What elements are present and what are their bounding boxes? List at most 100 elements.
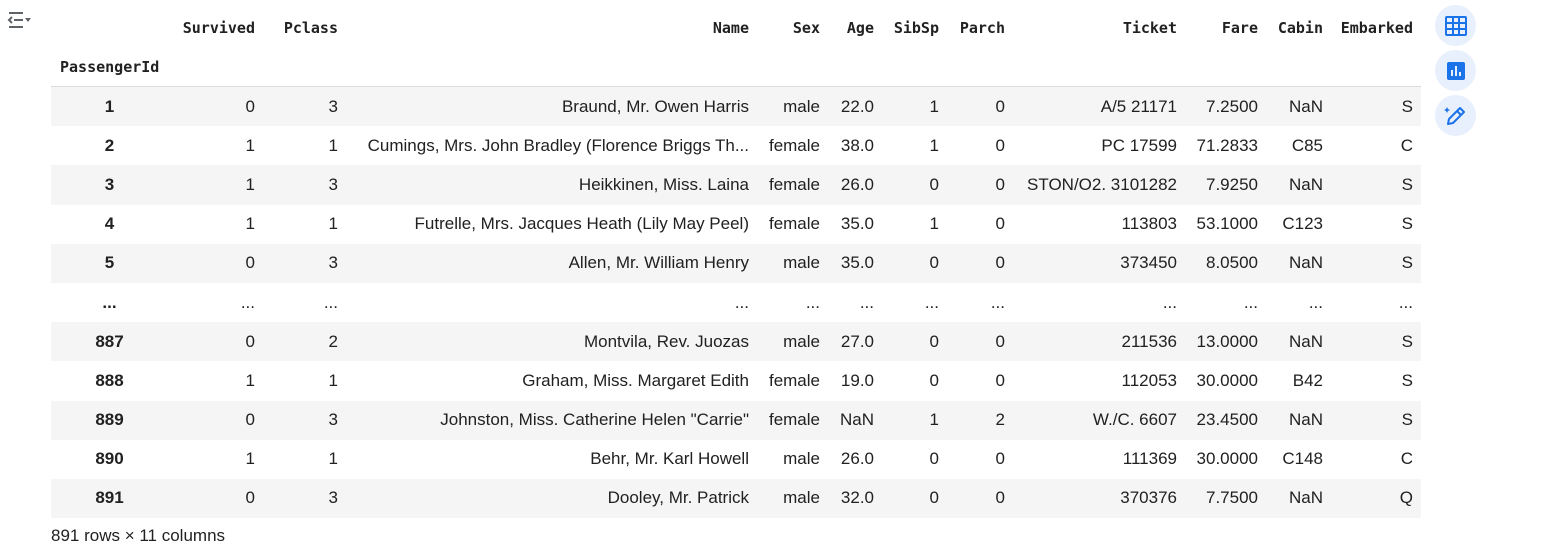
row-index: 887	[95, 331, 124, 351]
table-cell: 19.0	[840, 370, 874, 390]
column-header: Name	[712, 18, 749, 37]
table-cell: female	[768, 135, 820, 155]
table-cell: S	[1401, 214, 1413, 234]
table-cell: 1	[929, 96, 939, 116]
row-index: ...	[102, 292, 117, 312]
dataframe-shape: 891 rows × 11 columns	[51, 526, 226, 545]
table-cell: NaN	[1288, 410, 1323, 430]
table-cell: 35.0	[840, 214, 874, 234]
table-row: 1 0 3 Braund, Mr. Owen Harris male 22.0 1 0 A/5 …	[51, 86, 1421, 127]
table-cell: C148	[1282, 449, 1323, 469]
table-cell: 7.2500	[1206, 96, 1258, 116]
table-row: 887 0 2 Montvila, Rev. Juozas male 27.0 0 0 2115…	[51, 322, 1421, 362]
table-row: 4 1 1 Futrelle, Mrs. Jacques Heath (Lily Ma…	[51, 204, 1421, 244]
output-actions	[1435, 5, 1476, 140]
dataframe-table: Survived Pclass Name Sex Age SibSp Parch Ticket…	[51, 8, 1421, 519]
table-body: 1 0 3 Braund, Mr. Owen Harris male 22.0 1 0 A/5 …	[51, 86, 1421, 519]
table-cell: 111369	[1122, 449, 1177, 469]
table-cell: 3	[328, 410, 338, 430]
column-header: Survived	[182, 18, 255, 37]
table-cell: 0	[245, 331, 255, 351]
table-cell: S	[1401, 410, 1413, 430]
column-header: Parch	[959, 18, 1005, 37]
table-cell: W./C. 6607	[1092, 410, 1177, 430]
table-cell: male	[783, 96, 820, 116]
table-cell: 0	[929, 449, 939, 469]
table-row: 3 1 3 Heikkinen, Miss. Laina female 26.0 0 0 STO…	[51, 165, 1421, 205]
table-cell: 8.0500	[1206, 253, 1258, 273]
table-cell: 0	[245, 488, 255, 508]
table-cell: 0	[995, 214, 1005, 234]
table-cell: 7.9250	[1206, 174, 1258, 194]
table-cell: ...	[734, 292, 749, 312]
column-header: Sex	[792, 18, 820, 37]
table-cell: 7.7500	[1206, 488, 1258, 508]
magic-pencil-icon	[1443, 106, 1465, 125]
table-cell: 0	[929, 488, 939, 508]
table-cell: 0	[929, 253, 939, 273]
table-cell: 1	[929, 410, 939, 430]
table-cell: NaN	[1288, 331, 1323, 351]
table-cell: 3	[328, 488, 338, 508]
bar-chart-icon	[1446, 61, 1465, 80]
row-index: 4	[104, 214, 115, 234]
table-cell: 1	[929, 135, 939, 155]
table-cell: 13.0000	[1196, 331, 1258, 351]
table-cell: 0	[995, 449, 1005, 469]
table-cell: 3	[328, 96, 338, 116]
column-header: Ticket	[1122, 18, 1177, 37]
table-cell: S	[1401, 331, 1413, 351]
table-cell: male	[783, 253, 820, 273]
table-row: 890 1 1 Behr, Mr. Karl Howell male 26.0 0 0 1113…	[51, 439, 1421, 479]
generate-code-button[interactable]	[1435, 95, 1476, 136]
table-cell: 32.0	[840, 488, 874, 508]
index-name: PassengerId	[51, 47, 176, 87]
convert-to-interactive-table-button[interactable]	[1435, 5, 1476, 46]
table-row: 891 0 3 Dooley, Mr. Patrick male 32.0 0 0 370376…	[51, 478, 1421, 519]
table-row: 2 1 1 Cumings, Mrs. John Bradley (Florence …	[51, 126, 1421, 166]
table-row: 888 1 1 Graham, Miss. Margaret Edith female 1…	[51, 361, 1421, 401]
column-header: Fare	[1221, 18, 1258, 37]
dataframe-output: Survived Pclass Name Sex Age SibSp Parch Ticket…	[51, 8, 1421, 519]
table-cell: 3	[328, 174, 338, 194]
table-row: 5 0 3 Allen, Mr. William Henry male 35.0 0 0 373…	[51, 243, 1421, 283]
table-cell: Heikkinen, Miss. Laina	[578, 174, 749, 194]
table-cell: Graham, Miss. Margaret Edith	[522, 370, 749, 390]
collapse-output-button[interactable]	[5, 8, 35, 32]
table-row: 889 0 3 Johnston, Miss. Catherine Helen "Ca…	[51, 400, 1421, 440]
column-header: Embarked	[1340, 18, 1413, 37]
table-cell: ...	[859, 292, 874, 312]
suggest-charts-button[interactable]	[1435, 50, 1476, 91]
row-index: 891	[95, 488, 124, 508]
table-cell: PC 17599	[1101, 135, 1177, 155]
table-cell: 71.2833	[1196, 135, 1258, 155]
row-index: 890	[95, 449, 124, 469]
row-index: 1	[104, 96, 115, 116]
table-cell: Q	[1399, 488, 1413, 508]
table-cell: 113803	[1121, 214, 1177, 234]
table-cell: STON/O2. 3101282	[1027, 174, 1177, 194]
table-cell: female	[768, 174, 820, 194]
table-cell: 1	[929, 214, 939, 234]
table-cell: Johnston, Miss. Catherine Helen "Carrie"	[440, 410, 749, 430]
column-header: Age	[846, 18, 874, 37]
collapse-output-icon	[7, 12, 31, 28]
table-cell: 1	[328, 449, 338, 469]
table-cell: Montvila, Rev. Juozas	[583, 331, 749, 351]
table-cell: 370376	[1120, 488, 1177, 508]
table-cell: male	[783, 331, 820, 351]
table-cell: 0	[995, 331, 1005, 351]
table-cell: 30.0000	[1196, 370, 1258, 390]
table-cell: S	[1401, 253, 1413, 273]
table-cell: 38.0	[840, 135, 874, 155]
corner-cell	[51, 8, 176, 47]
table-cell: C	[1400, 135, 1413, 155]
table-cell: 2	[328, 331, 338, 351]
row-index: 2	[104, 135, 115, 155]
table-cell: 35.0	[840, 253, 874, 273]
table-cell: 26.0	[840, 449, 874, 469]
table-cell: 0	[995, 174, 1005, 194]
table-cell: 1	[245, 214, 255, 234]
table-cell: NaN	[1288, 253, 1323, 273]
table-cell: 53.1000	[1196, 214, 1258, 234]
